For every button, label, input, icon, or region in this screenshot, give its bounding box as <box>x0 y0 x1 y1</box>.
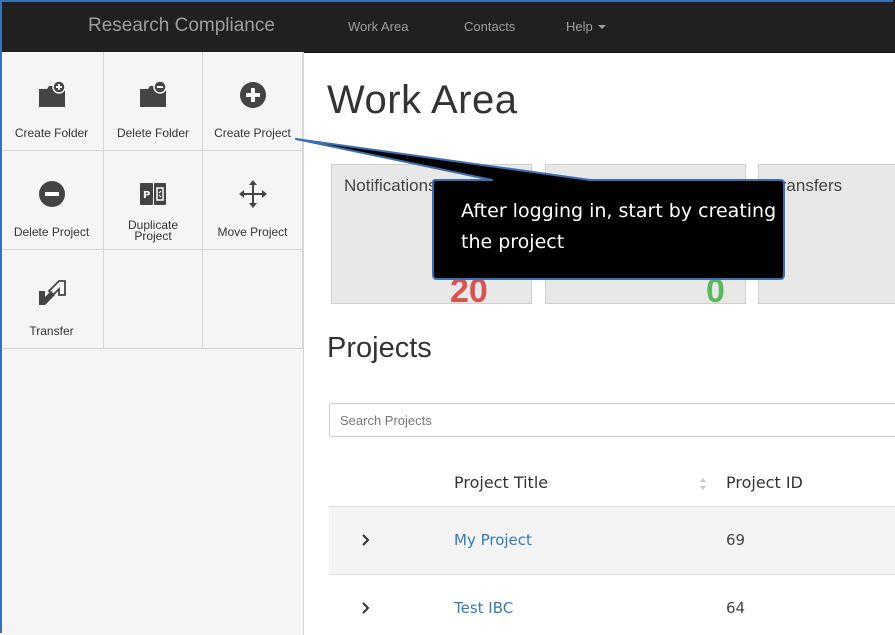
column-header-project-id[interactable]: Project ID <box>726 473 803 492</box>
move-project-label: Move Project <box>217 225 288 239</box>
transfer-button[interactable]: Transfer <box>0 250 104 349</box>
nav-help-label: Help <box>566 19 593 34</box>
transfer-label: Transfer <box>29 324 74 338</box>
empty-tool-slot <box>203 250 303 349</box>
create-project-button[interactable]: Create Project <box>203 52 303 151</box>
plus-circle-icon <box>203 80 302 110</box>
move-icon <box>203 179 302 209</box>
tile-count: 0 <box>706 272 725 310</box>
projects-heading: Projects <box>327 332 432 364</box>
nav-contacts[interactable]: Contacts <box>464 19 515 34</box>
main-content: Work Area Notifications 20 0 Transfers P… <box>303 52 895 635</box>
delete-project-label: Delete Project <box>13 225 90 239</box>
svg-text:P: P <box>143 190 150 201</box>
chevron-right-icon[interactable] <box>359 601 373 615</box>
top-navbar: Research Compliance Work Area Contacts H… <box>0 0 895 53</box>
chevron-right-icon[interactable] <box>359 533 373 547</box>
folder-minus-icon <box>104 80 202 110</box>
transfer-icon <box>0 278 103 308</box>
column-header-project-title[interactable]: Project Title <box>454 473 548 492</box>
nav-help[interactable]: Help <box>566 19 606 34</box>
delete-folder-label: Delete Folder <box>116 126 190 140</box>
duplicate-project-label: Duplicate Project <box>127 218 179 243</box>
tile-count: 20 <box>450 272 488 310</box>
move-project-button[interactable]: Move Project <box>203 151 303 250</box>
sort-icon[interactable] <box>699 477 707 491</box>
minus-circle-icon <box>0 179 103 209</box>
projects-table-header: Project Title Project ID <box>329 460 895 508</box>
project-id: 64 <box>726 599 746 617</box>
sidebar: Create Folder Delete Folder Create Proje… <box>0 52 304 635</box>
delete-folder-button[interactable]: Delete Folder <box>104 52 203 151</box>
table-row[interactable]: My Project 69 <box>329 507 895 575</box>
project-title-link[interactable]: Test IBC <box>454 599 513 617</box>
caret-down-icon <box>597 25 606 29</box>
duplicate-icon: P <box>104 179 202 209</box>
empty-tool-slot <box>104 250 203 349</box>
create-folder-label: Create Folder <box>14 126 89 140</box>
delete-project-button[interactable]: Delete Project <box>0 151 104 250</box>
create-folder-button[interactable]: Create Folder <box>0 52 104 151</box>
brand[interactable]: Research Compliance <box>88 15 275 37</box>
tile-title: Transfers <box>771 176 843 195</box>
duplicate-project-button[interactable]: P Duplicate Project <box>104 151 203 250</box>
project-title-link[interactable]: My Project <box>454 531 532 549</box>
table-row[interactable]: Test IBC 64 <box>329 575 895 635</box>
nav-work-area[interactable]: Work Area <box>348 19 408 34</box>
project-id: 69 <box>726 531 746 549</box>
search-projects-input[interactable] <box>329 403 895 437</box>
callout-text: After logging in, start by creating the … <box>461 200 777 253</box>
page-title: Work Area <box>327 78 518 122</box>
tile-title: Notifications <box>344 176 437 195</box>
folder-plus-icon <box>0 80 103 110</box>
create-project-label: Create Project <box>214 126 291 140</box>
